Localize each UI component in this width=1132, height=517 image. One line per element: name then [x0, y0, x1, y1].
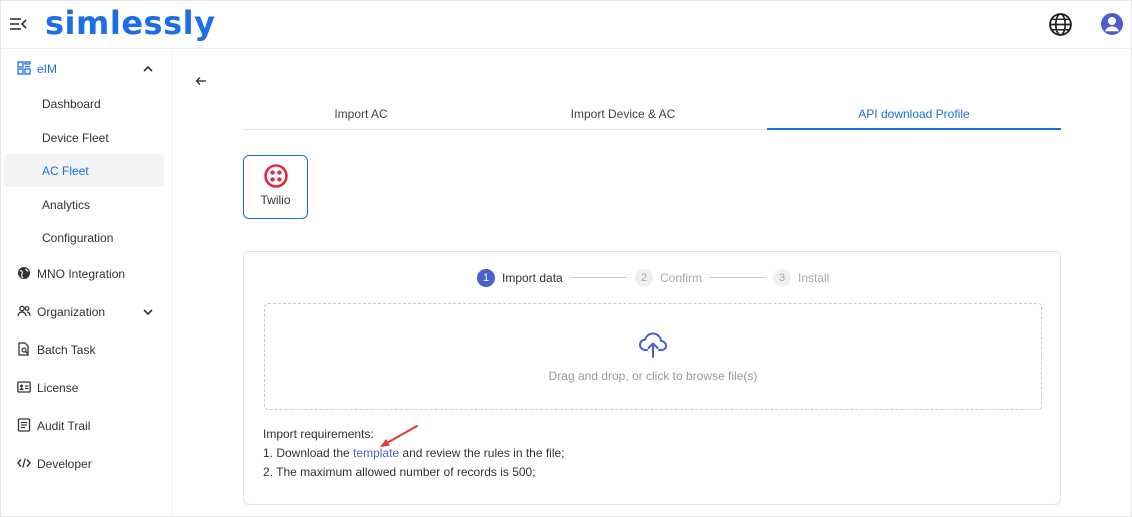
requirement-line-2: 2. The maximum allowed number of records…: [263, 465, 536, 479]
step-number: 3: [773, 269, 791, 287]
cloud-upload-icon: [639, 332, 667, 358]
provider-card-twilio[interactable]: Twilio: [243, 155, 308, 219]
user-avatar-icon[interactable]: [1100, 12, 1124, 36]
sidebar-group-label: eIM: [37, 62, 58, 76]
users-icon: [17, 305, 31, 317]
sidebar-item-label: Organization: [37, 305, 106, 319]
tab-import-ac[interactable]: Import AC: [243, 101, 479, 130]
list-doc-icon: [17, 418, 31, 432]
code-icon: [17, 458, 31, 468]
sidebar-divider: [171, 50, 172, 516]
sidebar-item-ac-fleet[interactable]: AC Fleet: [4, 154, 164, 187]
requirement-text: and review the rules in the file;: [399, 446, 565, 460]
globe-icon[interactable]: [1048, 12, 1073, 37]
step-label: Confirm: [660, 271, 703, 285]
step-label: Install: [798, 271, 830, 285]
sidebar-item-label: Audit Trail: [37, 419, 91, 433]
sidebar-group-eim[interactable]: eIM: [4, 52, 164, 86]
top-header: simlessly: [1, 1, 1131, 49]
file-dropzone[interactable]: Drag and drop, or click to browse file(s…: [264, 303, 1042, 410]
file-search-icon: [18, 342, 29, 356]
arrow-left-icon[interactable]: [194, 74, 208, 88]
requirement-text: 1. Download the: [263, 446, 354, 460]
dropzone-hint: Drag and drop, or click to browse file(s…: [548, 369, 758, 383]
sidebar-item-device-fleet[interactable]: Device Fleet: [4, 121, 164, 154]
sidebar: eIM Dashboard Device Fleet AC Fleet Anal…: [1, 50, 171, 516]
id-card-icon: [17, 381, 31, 393]
sidebar-item-label: MNO Integration: [37, 267, 126, 281]
app-window: simlessly eIM Dashboard Device Fleet AC …: [0, 0, 1132, 517]
sidebar-item-label: Developer: [37, 457, 92, 471]
twilio-logo-icon: [264, 164, 288, 188]
step-number: 1: [477, 269, 495, 287]
requirements-title: Import requirements:: [263, 427, 374, 441]
menu-collapse-icon[interactable]: [9, 15, 27, 33]
sidebar-item-batch-task[interactable]: Batch Task: [4, 333, 164, 367]
sidebar-item-label: Batch Task: [37, 343, 96, 357]
chevron-down-icon: [143, 309, 153, 316]
sidebar-item-mno-integration[interactable]: MNO Integration: [4, 257, 164, 291]
sidebar-item-label: AC Fleet: [42, 164, 89, 178]
sidebar-item-license[interactable]: License: [4, 371, 164, 405]
sidebar-item-dashboard[interactable]: Dashboard: [4, 87, 164, 120]
sidebar-item-label: Configuration: [42, 231, 114, 245]
sidebar-item-developer[interactable]: Developer: [4, 447, 164, 481]
annotation-arrow-icon: [380, 425, 418, 447]
chevron-up-icon: [143, 65, 153, 72]
sidebar-item-label: Device Fleet: [42, 131, 109, 145]
step-connector: [571, 277, 627, 278]
app-logo[interactable]: simlessly: [45, 1, 215, 45]
tab-import-device-ac[interactable]: Import Device & AC: [479, 101, 767, 130]
step-label: Import data: [502, 271, 563, 285]
step-connector: [709, 277, 765, 278]
sidebar-item-configuration[interactable]: Configuration: [4, 221, 164, 254]
sidebar-item-label: Analytics: [42, 198, 91, 212]
sidebar-item-label: Dashboard: [42, 97, 101, 111]
sidebar-item-label: License: [37, 381, 79, 395]
sidebar-item-audit-trail[interactable]: Audit Trail: [4, 409, 164, 443]
step-number: 2: [635, 269, 653, 287]
globe-icon: [18, 267, 30, 279]
sidebar-item-organization[interactable]: Organization: [4, 295, 164, 329]
provider-label: Twilio: [260, 193, 291, 207]
tab-api-download-profile[interactable]: API download Profile: [767, 101, 1061, 130]
tab-bar: Import AC Import Device & AC API downloa…: [243, 101, 1061, 130]
sidebar-item-analytics[interactable]: Analytics: [4, 188, 164, 221]
grid-icon: [17, 61, 31, 75]
